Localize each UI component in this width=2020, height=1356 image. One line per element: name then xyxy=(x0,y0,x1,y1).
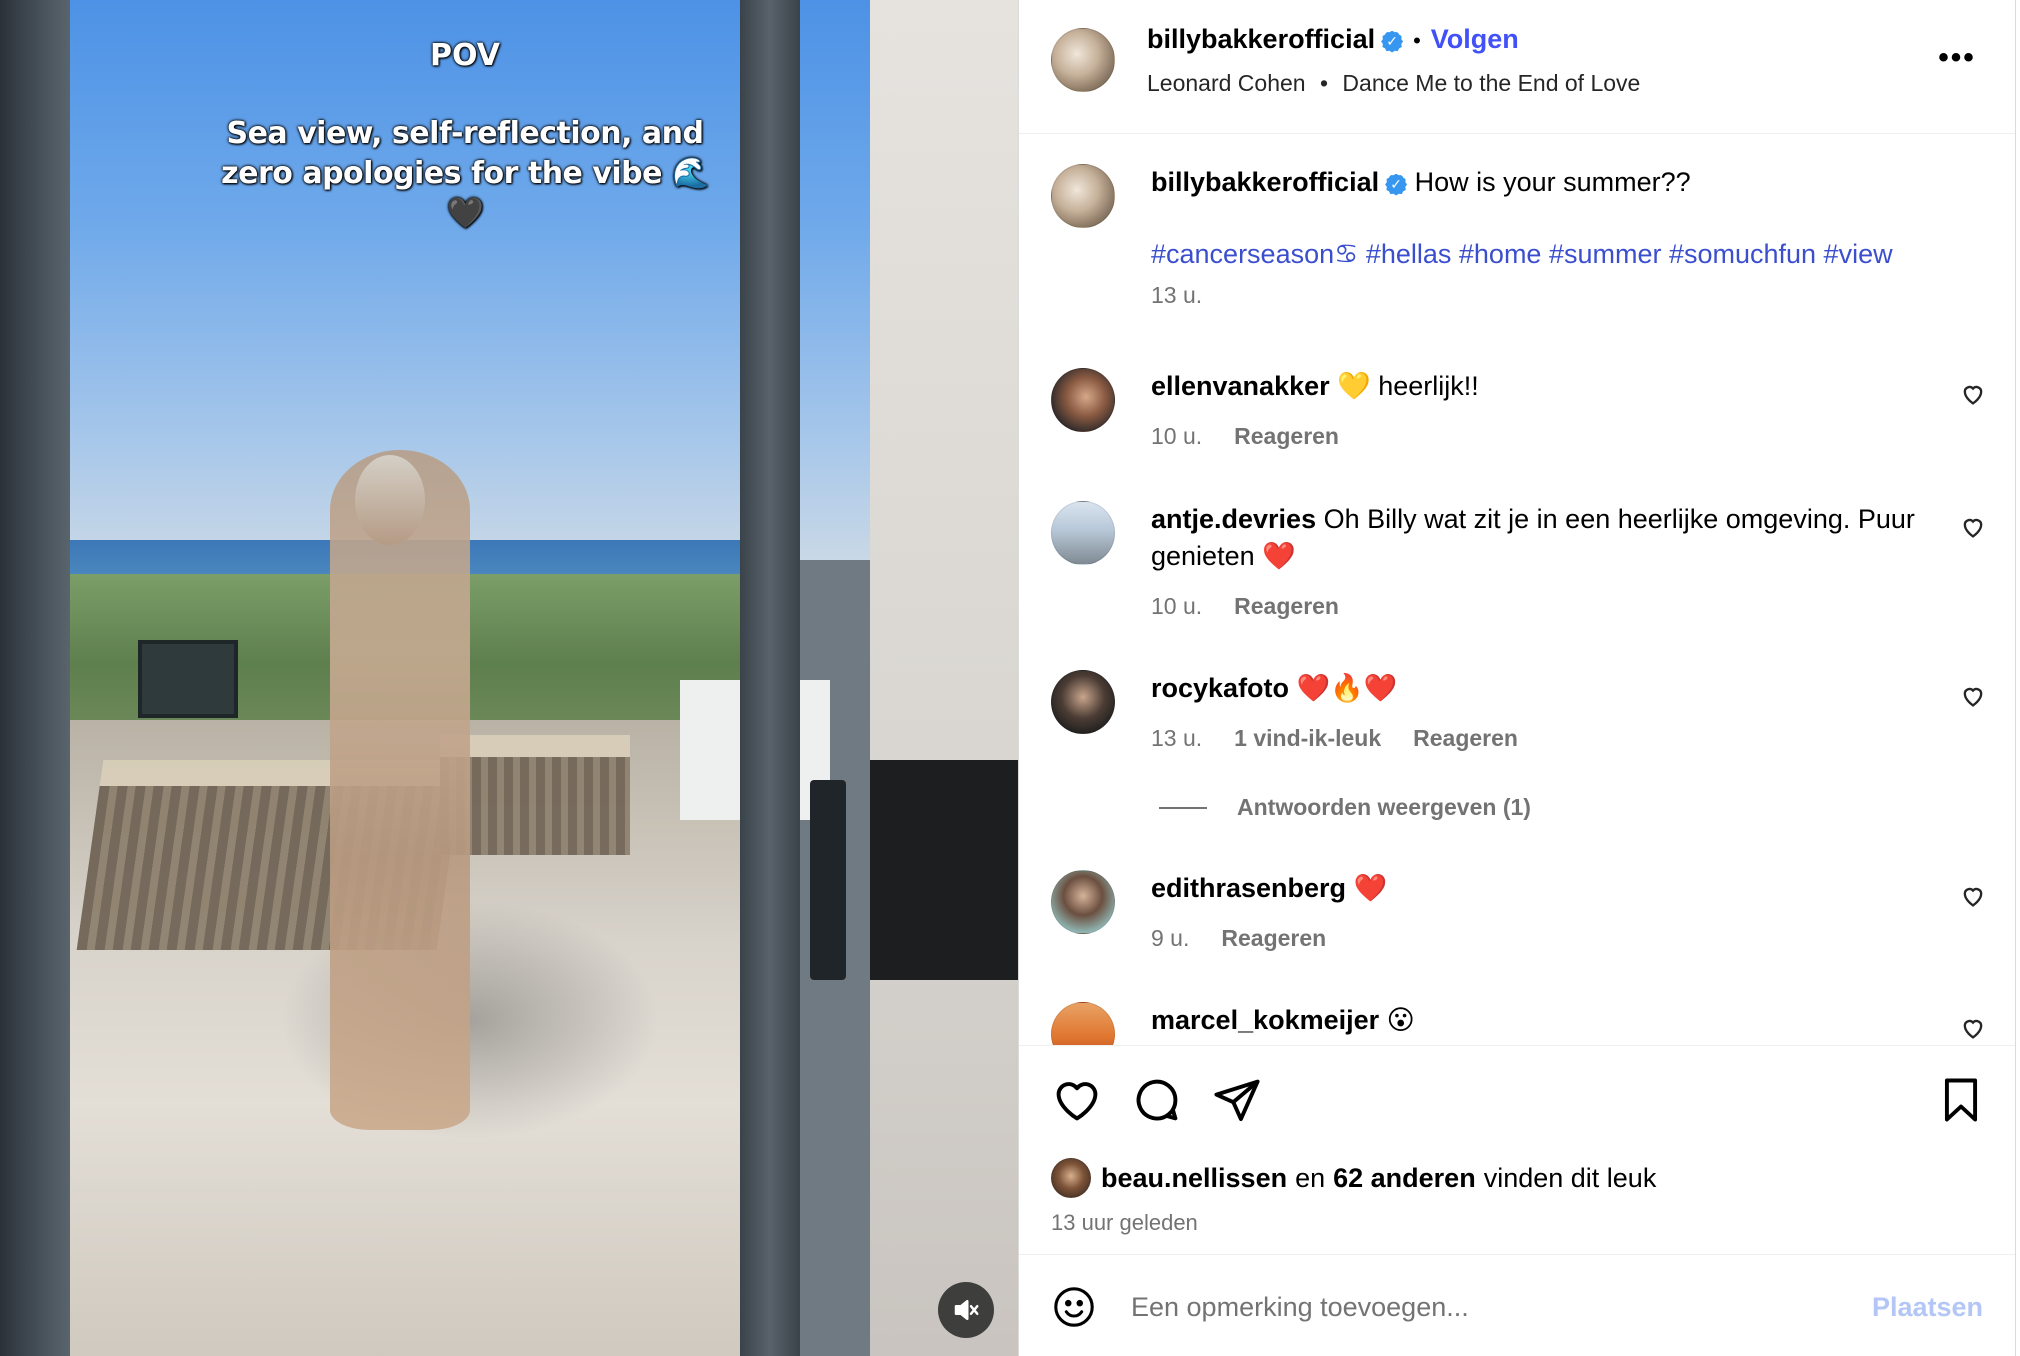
comments-list[interactable]: billybakkerofficial ✓ How is your summer?… xyxy=(1019,134,2015,1045)
commenter-avatar[interactable] xyxy=(1051,1002,1115,1045)
caption-hashtags[interactable]: #cancerseason♋ #hellas #home #summer #so… xyxy=(1151,239,1935,270)
commenter-username[interactable]: edithrasenberg xyxy=(1151,873,1346,903)
like-comment-heart-icon[interactable] xyxy=(1959,380,1987,408)
audio-artist: Leonard Cohen xyxy=(1147,70,1306,96)
like-comment-heart-icon[interactable] xyxy=(1959,1014,1987,1042)
commenter-avatar[interactable] xyxy=(1051,670,1115,734)
more-options-icon: ••• xyxy=(1938,41,1976,74)
author-avatar[interactable] xyxy=(1051,164,1115,228)
commenter-username[interactable]: ellenvanakker xyxy=(1151,371,1330,401)
post-video[interactable]: POV Sea view, self-reflection, and zero … xyxy=(0,0,1018,1356)
liker-avatar xyxy=(1051,1158,1091,1198)
comment-text: ❤️ xyxy=(1353,873,1388,903)
speaker-muted-icon xyxy=(954,1300,979,1320)
emoji-smiley-icon[interactable] xyxy=(1051,1284,1097,1330)
comment-text: 😮 xyxy=(1386,1005,1415,1035)
replies-divider xyxy=(1159,806,1207,809)
video-wall xyxy=(870,0,1018,1356)
audio-track[interactable]: Leonard Cohen • Dance Me to the End of L… xyxy=(1147,70,1640,97)
post-header: billybakkerofficial ✓ • Volgen Leonard Cohe… xyxy=(1019,0,2015,134)
comment-time: 10 u. xyxy=(1151,593,1203,619)
verified-badge-icon: ✓ xyxy=(1381,30,1404,53)
comment-composer: Plaatsen xyxy=(1019,1256,2015,1356)
reply-button[interactable]: Reageren xyxy=(1234,423,1339,450)
video-reflected-person xyxy=(330,450,470,1130)
caption-text: How is your summer?? xyxy=(1414,167,1691,197)
commenter-avatar[interactable] xyxy=(1051,368,1115,432)
like-comment-heart-icon[interactable] xyxy=(1959,882,1987,910)
comment-time: 9 u. xyxy=(1151,925,1190,951)
comment-text: 💛 heerlijk!! xyxy=(1337,371,1479,401)
mute-button[interactable] xyxy=(938,1282,994,1338)
header-separator: • xyxy=(1413,28,1421,53)
commenter-username[interactable]: antje.devries xyxy=(1151,504,1316,534)
follow-button[interactable]: Volgen xyxy=(1431,24,1519,54)
view-replies-button[interactable]: Antwoorden weergeven (1) xyxy=(1159,794,1531,821)
audio-separator: • xyxy=(1319,70,1329,96)
comment-like-count[interactable]: 1 vind-ik-leuk xyxy=(1234,725,1381,752)
comment-bubble-icon[interactable] xyxy=(1131,1074,1183,1126)
comment-time: 10 u. xyxy=(1151,423,1203,449)
author-avatar[interactable] xyxy=(1051,28,1115,92)
video-door-frame xyxy=(0,0,70,1356)
like-comment-heart-icon[interactable] xyxy=(1959,513,1987,541)
commenter-username[interactable]: rocykafoto xyxy=(1151,673,1289,703)
video-overlay-caption: Sea view, self-reflection, and zero apol… xyxy=(221,116,709,231)
post-actions-bar: beau.nellissen en 62 anderen vinden dit … xyxy=(1019,1045,2015,1255)
likes-connector: en xyxy=(1295,1162,1326,1193)
reply-button[interactable]: Reageren xyxy=(1413,725,1518,752)
video-outdoor-screen xyxy=(138,640,238,718)
caption-username[interactable]: billybakkerofficial xyxy=(1151,167,1379,197)
commenter-username[interactable]: marcel_kokmeijer xyxy=(1151,1005,1379,1035)
author-username[interactable]: billybakkerofficial xyxy=(1147,24,1375,54)
video-reflected-head xyxy=(355,455,425,545)
audio-title: Dance Me to the End of Love xyxy=(1342,70,1641,96)
reply-button[interactable]: Reageren xyxy=(1221,925,1326,952)
verified-badge-icon: ✓ xyxy=(1385,173,1408,196)
commenter-avatar[interactable] xyxy=(1051,501,1115,565)
comment-input[interactable] xyxy=(1131,1282,1831,1332)
more-options-button[interactable]: ••• xyxy=(1937,38,1977,78)
video-sky xyxy=(0,0,1018,560)
save-bookmark-icon[interactable] xyxy=(1935,1074,1987,1126)
comment-text: ❤️🔥❤️ xyxy=(1296,673,1398,703)
first-liker-username[interactable]: beau.nellissen xyxy=(1101,1163,1287,1194)
post-comment-button[interactable]: Plaatsen xyxy=(1872,1292,1983,1323)
view-replies-label: Antwoorden weergeven (1) xyxy=(1237,794,1531,820)
author-line: billybakkerofficial ✓ • Volgen xyxy=(1147,24,1519,55)
share-paper-plane-icon[interactable] xyxy=(1211,1074,1263,1126)
comment-time: 13 u. xyxy=(1151,725,1203,751)
video-door-handle xyxy=(810,780,846,980)
like-heart-icon[interactable] xyxy=(1051,1074,1103,1126)
post-side-panel: billybakkerofficial ✓ • Volgen Leonard Cohe… xyxy=(1018,0,2016,1356)
instagram-post-page: POV Sea view, self-reflection, and zero … xyxy=(0,0,2020,1356)
video-fireplace xyxy=(870,760,1018,980)
likes-suffix: vinden dit leuk xyxy=(1483,1162,1657,1193)
reply-button[interactable]: Reageren xyxy=(1234,593,1339,620)
likes-others[interactable]: 62 anderen xyxy=(1333,1163,1476,1194)
caption-time: 13 u. xyxy=(1151,282,1203,308)
post-timestamp[interactable]: 13 uur geleden xyxy=(1051,1210,1198,1236)
video-overlay-title: POV xyxy=(430,38,500,73)
likes-summary[interactable]: beau.nellissen en 62 anderen vinden dit … xyxy=(1051,1158,1656,1198)
commenter-avatar[interactable] xyxy=(1051,870,1115,934)
like-comment-heart-icon[interactable] xyxy=(1959,682,1987,710)
video-door-frame xyxy=(740,0,800,1356)
